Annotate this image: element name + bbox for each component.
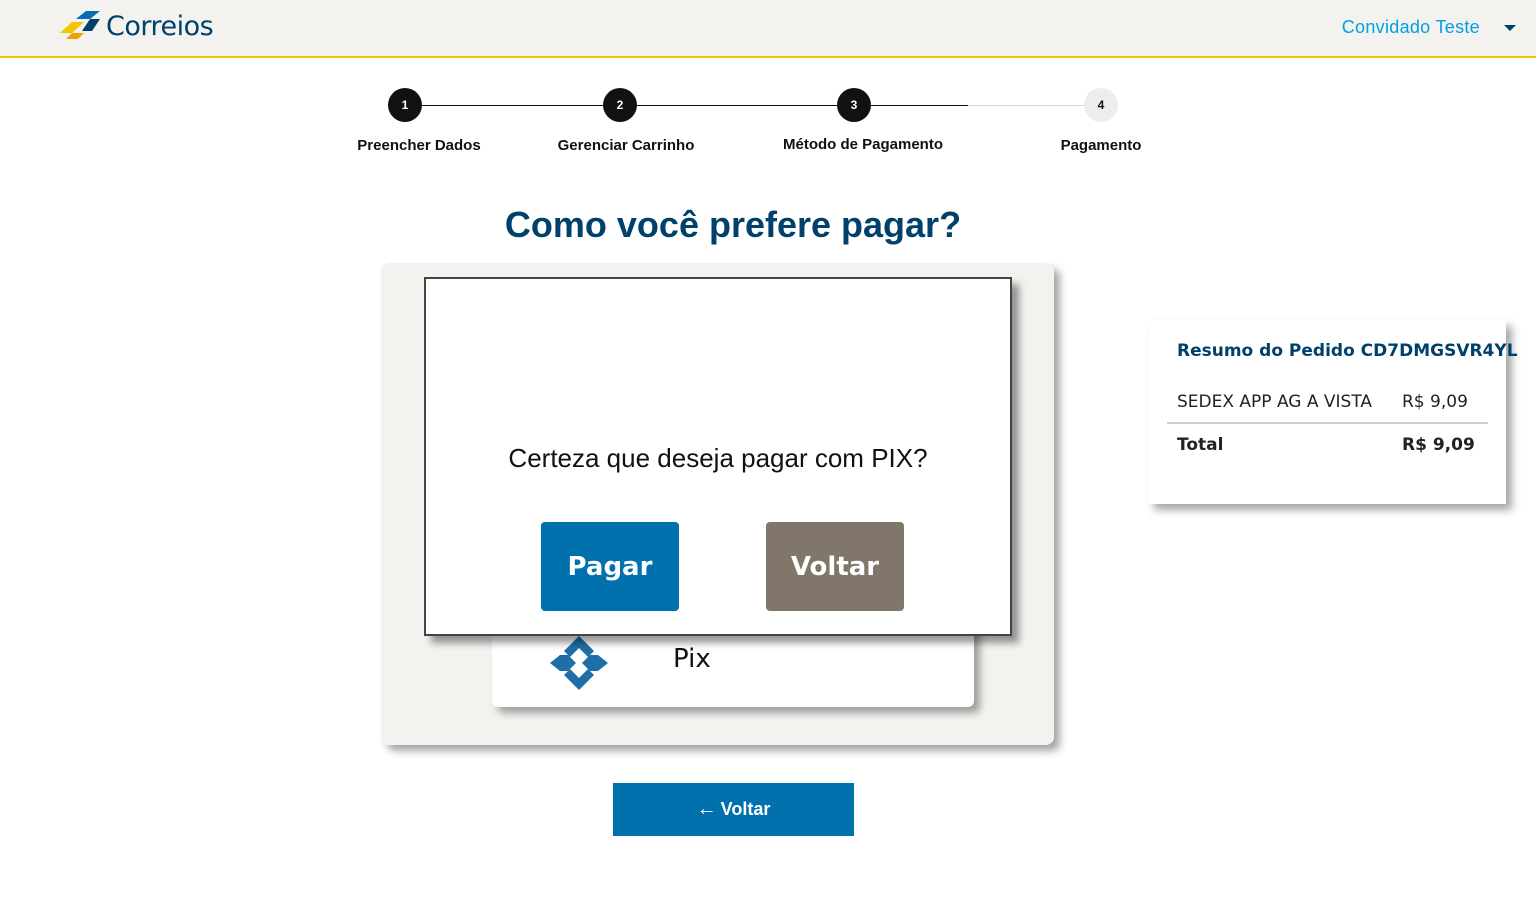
step-1-label: Preencher Dados	[357, 137, 481, 154]
back-button-label: Voltar	[720, 799, 771, 819]
summary-divider	[1167, 422, 1488, 424]
page-title: Como você prefere pagar?	[504, 204, 962, 245]
order-total-label: Total	[1177, 435, 1224, 455]
pagar-button[interactable]: Pagar	[541, 522, 679, 611]
step-2-circle: 2	[603, 88, 637, 122]
order-item-value: R$ 9,09	[1402, 392, 1468, 412]
order-item-row: SEDEX APP AG A VISTA R$ 9,09	[1177, 392, 1477, 412]
confirm-question: Certeza que deseja pagar com PIX?	[508, 443, 928, 473]
step-connector-3	[854, 105, 968, 106]
pix-option-label: Pix	[673, 644, 711, 674]
step-3-label: Método de Pagamento	[782, 136, 944, 153]
order-summary: Resumo do Pedido CD7DMGSVR4YL SEDEX APP …	[1148, 320, 1518, 504]
modal-voltar-button[interactable]: Voltar	[766, 522, 904, 611]
step-connector-4	[968, 105, 1101, 106]
step-connector-1	[405, 105, 620, 106]
step-4-label: Pagamento	[1060, 137, 1142, 154]
order-summary-title: Resumo do Pedido CD7DMGSVR4YL	[1177, 341, 1518, 361]
order-total-value: R$ 9,09	[1402, 435, 1475, 455]
step-1-circle: 1	[388, 88, 422, 122]
order-item-name: SEDEX APP AG A VISTA	[1177, 392, 1373, 412]
step-3-circle: 3	[837, 88, 871, 122]
step-2-label: Gerenciar Carrinho	[557, 137, 695, 154]
pix-icon	[550, 636, 608, 690]
step-4-circle: 4	[1084, 88, 1118, 122]
order-total-row: Total R$ 9,09	[1177, 435, 1477, 455]
pix-confirm-dialog: Certeza que deseja pagar com PIX? Pagar …	[424, 277, 1012, 636]
checkout-stepper: 1 2 3 4 Preencher Dados Gerenciar Carrin…	[0, 0, 1536, 160]
back-button[interactable]: ← Voltar	[613, 783, 854, 836]
arrow-left-icon: ←	[696, 798, 717, 820]
step-connector-2	[620, 105, 854, 106]
